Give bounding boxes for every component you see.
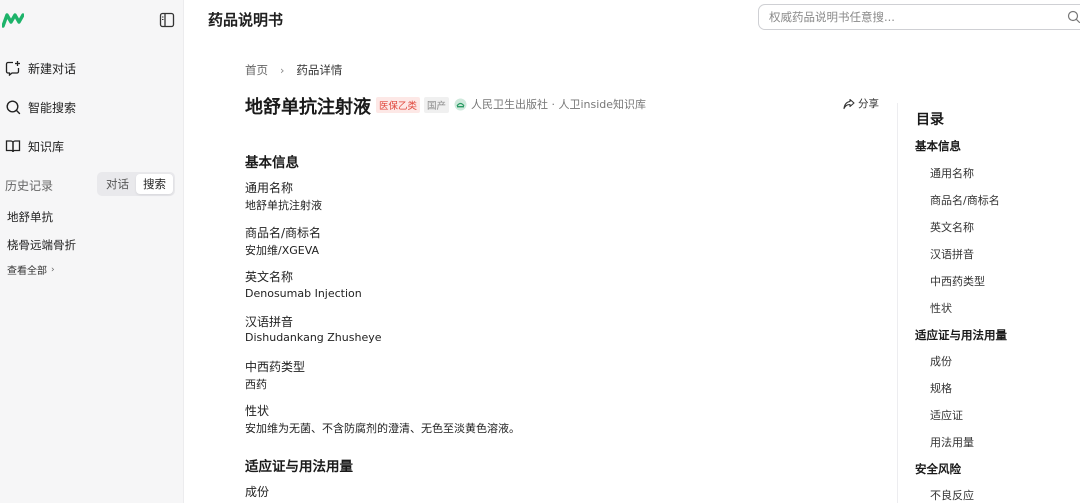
share-icon (843, 98, 855, 109)
breadcrumb: 首页 › 药品详情 (245, 62, 342, 78)
origin-badge: 国产 (424, 97, 450, 113)
share-button[interactable]: 分享 (843, 96, 879, 111)
toc-group-safety[interactable]: 安全风险 (915, 461, 961, 477)
field-value: 西药 (245, 378, 267, 391)
field-label: 性状 (245, 404, 270, 418)
toc-group-basic-info[interactable]: 基本信息 (915, 138, 961, 154)
publisher-name: 人民卫生出版社 · 人卫inside知识库 (471, 98, 647, 111)
section-indication: 适应证与用法用量 (245, 459, 353, 475)
app-logo-icon[interactable] (2, 12, 24, 28)
toc-item[interactable]: 适应证 (930, 407, 963, 423)
field-label: 商品名/商标名 (245, 226, 322, 240)
nav-new-chat-label: 新建对话 (28, 61, 77, 76)
toc-item[interactable]: 成份 (930, 353, 952, 369)
history-item[interactable]: 地舒单抗 (7, 209, 53, 225)
history-tab-search[interactable]: 搜索 (136, 174, 173, 194)
field-value: 安加维为无菌、不含防腐剂的澄清、无色至淡黄色溶液。 (245, 422, 520, 435)
breadcrumb-current: 药品详情 (296, 63, 343, 77)
toc-item[interactable]: 商品名/商标名 (930, 192, 1000, 208)
book-icon (5, 140, 21, 153)
toc-item[interactable]: 中西药类型 (930, 273, 985, 289)
section-basic-info: 基本信息 (245, 155, 299, 171)
publisher-logo-icon (454, 98, 467, 110)
nav-smart-search[interactable]: 智能搜索 (5, 96, 76, 118)
toc-item[interactable]: 性状 (930, 300, 952, 316)
field-value: Denosumab Injection (245, 287, 362, 300)
history-tab-chat[interactable]: 对话 (99, 174, 136, 194)
publisher-info: 人民卫生出版社 · 人卫inside知识库 (454, 96, 646, 112)
field-value: 安加维/XGEVA (245, 244, 320, 257)
history-tab-switch: 对话 搜索 (97, 172, 175, 196)
field-label: 中西药类型 (245, 360, 306, 374)
top-bar: 药品说明书 (184, 0, 1080, 40)
field-label: 通用名称 (245, 181, 294, 195)
toc-item[interactable]: 规格 (930, 380, 952, 396)
chevron-right-icon: › (280, 63, 285, 77)
field-label-composition: 成份 (245, 485, 270, 499)
search-icon[interactable] (1067, 10, 1080, 24)
toc-group-indication[interactable]: 适应证与用法用量 (915, 327, 1007, 343)
search-box (758, 4, 1080, 30)
table-of-contents: 目录 基本信息 通用名称 商品名/商标名 英文名称 汉语拼音 中西药类型 性状 … (897, 103, 1080, 503)
history-item[interactable]: 桡骨远端骨折 (7, 237, 76, 253)
nav-knowledge-base[interactable]: 知识库 (5, 135, 64, 157)
nav-smart-search-label: 智能搜索 (28, 100, 77, 115)
toc-item[interactable]: 用法用量 (930, 434, 974, 450)
toc-item[interactable]: 通用名称 (930, 165, 974, 181)
toc-item[interactable]: 英文名称 (930, 219, 974, 235)
field-value: 地舒单抗注射液 (245, 199, 322, 212)
toc-title: 目录 (916, 112, 944, 128)
share-label: 分享 (858, 98, 879, 110)
search-icon (6, 100, 21, 115)
nav-knowledge-base-label: 知识库 (28, 139, 65, 154)
insurance-badge: 医保乙类 (376, 97, 421, 113)
view-all-label: 查看全部 (7, 266, 47, 277)
new-chat-icon (5, 61, 20, 76)
toc-item[interactable]: 不良反应 (930, 487, 974, 503)
toc-item[interactable]: 汉语拼音 (930, 246, 974, 262)
sidebar: 新建对话 智能搜索 知识库 历史记录 对话 搜索 地舒单抗 桡骨远端骨折 查看全… (0, 0, 184, 503)
field-value: Dishudankang Zhusheye (245, 331, 382, 344)
history-title: 历史记录 (5, 179, 54, 193)
chevron-right-icon: › (51, 264, 55, 275)
search-input[interactable] (759, 5, 1049, 29)
drug-name: 地舒单抗注射液 (245, 97, 371, 118)
nav-new-chat[interactable]: 新建对话 (5, 57, 76, 79)
page-title: 药品说明书 (208, 11, 284, 29)
sidebar-collapse-icon[interactable] (159, 12, 175, 28)
field-label: 英文名称 (245, 270, 294, 284)
field-label: 汉语拼音 (245, 315, 294, 329)
breadcrumb-home[interactable]: 首页 (245, 62, 268, 78)
view-all-link[interactable]: 查看全部 › (7, 262, 55, 278)
